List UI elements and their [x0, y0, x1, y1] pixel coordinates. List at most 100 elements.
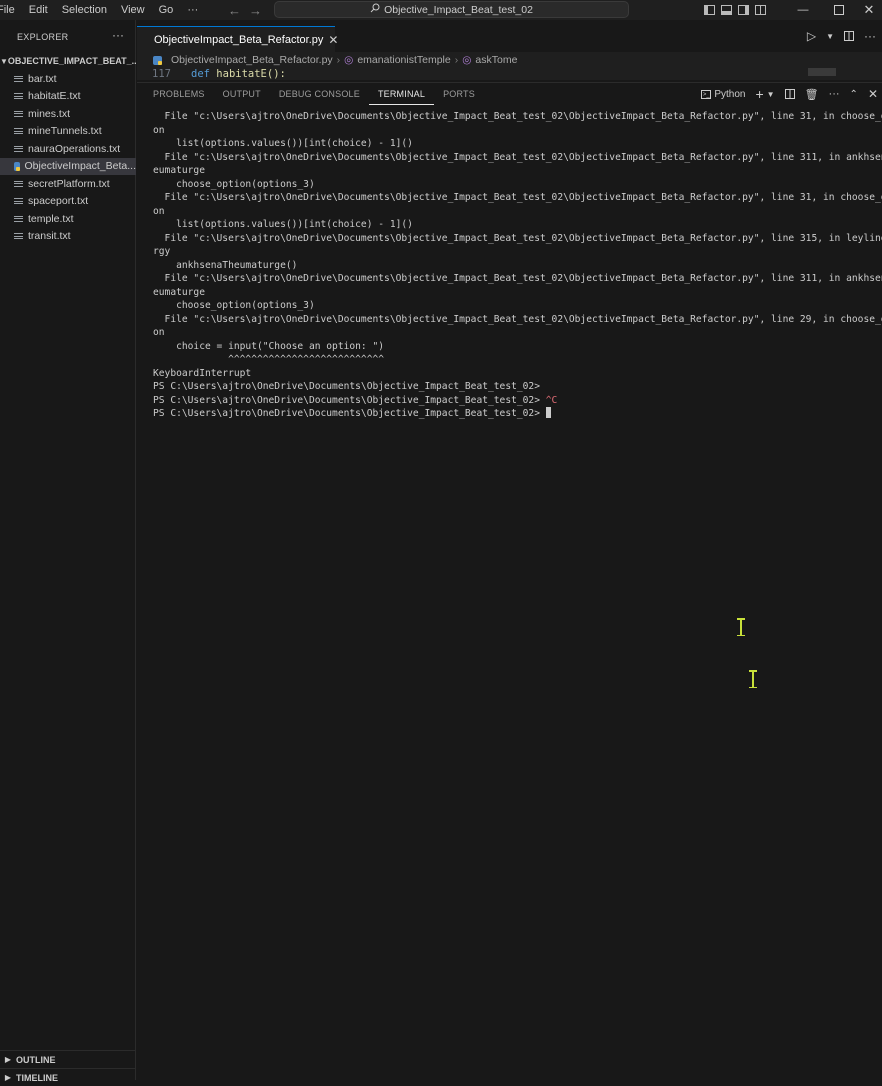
code-text: def habitatE(): [191, 68, 286, 80]
file-name: spaceport.txt [28, 195, 89, 208]
explorer-sidebar: EXPLORER ··· ▼ OBJECTIVE_IMPACT_BEAT_...… [0, 20, 140, 1083]
ctrl-c-text: ^C [545, 394, 558, 406]
file-item[interactable]: spaceport.txt [0, 193, 136, 211]
text-file-icon [14, 232, 23, 241]
chevron-down-icon[interactable]: ▼ [826, 32, 834, 41]
split-editor-icon[interactable] [844, 31, 854, 41]
terminal-line: on [153, 205, 165, 217]
code-editor[interactable]: 117 def habitatE(): [137, 68, 882, 80]
breadcrumb-class[interactable]: emanationistTemple [357, 54, 450, 66]
terminal-cursor [545, 407, 551, 418]
bottom-panel: PROBLEMS OUTPUT DEBUG CONSOLE TERMINAL P… [137, 82, 882, 1080]
terminal-line: choose_option(options_3) [153, 300, 315, 311]
trash-icon[interactable]: 🗑 [805, 88, 819, 101]
file-item[interactable]: transit.txt [0, 228, 136, 246]
toggle-panel-icon[interactable] [721, 5, 732, 15]
text-file-icon [14, 92, 23, 101]
tab-problems[interactable]: PROBLEMS [137, 83, 214, 105]
terminal-line: eumaturge [153, 286, 205, 298]
file-name: temple.txt [28, 212, 74, 225]
terminal-line: list(options.values())[int(choice) - 1](… [153, 219, 413, 230]
nav-arrows: ← → [228, 0, 262, 20]
menu-more[interactable]: ··· [180, 0, 205, 20]
menu-view[interactable]: View [114, 0, 152, 20]
more-actions-icon[interactable]: ··· [829, 88, 840, 100]
file-list: bar.txt habitatE.txt mines.txt mineTunnels.… [0, 70, 136, 245]
menu-selection[interactable]: Selection [55, 0, 114, 20]
file-item[interactable]: bar.txt [0, 70, 136, 88]
text-cursor-ibeam [736, 618, 746, 636]
editor-tab-bar: ObjectiveImpact_Beta_Refactor.py ✕ ▷ ▼ ·… [137, 20, 882, 52]
timeline-section[interactable]: ▶ TIMELINE [0, 1068, 136, 1086]
chevron-up-icon[interactable]: ⌃ [850, 89, 858, 100]
text-file-icon [14, 214, 23, 223]
layout-controls [704, 0, 766, 20]
tab-objectiveimpact-beta-refactor[interactable]: ObjectiveImpact_Beta_Refactor.py ✕ [137, 26, 338, 52]
close-window-icon[interactable]: ✕ [856, 0, 882, 20]
minimize-icon[interactable]: — [790, 0, 816, 20]
menu-bar: File Edit Selection View Go ··· [0, 0, 205, 20]
minimap[interactable] [808, 68, 836, 76]
file-name: transit.txt [28, 230, 71, 243]
file-item[interactable]: mineTunnels.txt [0, 123, 136, 141]
toggle-secondary-sidebar-icon[interactable] [738, 5, 749, 15]
close-icon[interactable]: ✕ [328, 33, 338, 47]
file-item[interactable]: ObjectiveImpact_Beta... [0, 157, 136, 175]
chevron-down-icon: ▼ [0, 56, 8, 66]
file-name: nauraOperations.txt [28, 142, 121, 155]
breadcrumb-file[interactable]: ObjectiveImpact_Beta_Refactor.py [171, 54, 333, 66]
explorer-title: EXPLORER [17, 32, 69, 42]
file-item[interactable]: mines.txt [0, 105, 136, 123]
more-actions-icon[interactable]: ··· [112, 28, 124, 42]
file-name: secretPlatform.txt [28, 177, 110, 190]
terminal-line: File "c:\Users\ajtro\OneDrive\Documents\… [153, 313, 882, 325]
arrow-left-icon[interactable]: ← [228, 3, 241, 18]
editor-actions: ▷ ▼ ··· [807, 29, 876, 43]
breadcrumb-method[interactable]: askTome [475, 54, 517, 66]
tab-output[interactable]: OUTPUT [214, 83, 270, 105]
tab-terminal[interactable]: TERMINAL [368, 83, 435, 105]
more-actions-icon[interactable]: ··· [864, 29, 876, 43]
terminal-shell-selector[interactable]: >_ Python [701, 89, 745, 100]
python-file-icon [153, 55, 167, 65]
file-name: ObjectiveImpact_Beta... [24, 160, 136, 173]
workspace-folder-label: OBJECTIVE_IMPACT_BEAT_... [7, 56, 140, 66]
workspace-folder[interactable]: ▼ OBJECTIVE_IMPACT_BEAT_... [0, 54, 140, 68]
file-item[interactable]: temple.txt [0, 210, 136, 228]
file-item[interactable]: habitatE.txt [0, 88, 136, 106]
text-file-icon [14, 127, 23, 136]
maximize-icon[interactable] [826, 0, 852, 20]
arrow-right-icon[interactable]: → [249, 3, 262, 18]
tab-debug-console[interactable]: DEBUG CONSOLE [270, 83, 369, 105]
text-file-icon [14, 74, 23, 83]
breadcrumb: ObjectiveImpact_Beta_Refactor.py › ◎ ema… [137, 52, 882, 68]
shell-label: Python [714, 88, 746, 100]
python-file-icon [14, 161, 20, 171]
command-center-search[interactable]: Objective_Impact_Beat_test_02 [274, 1, 629, 18]
text-file-icon [14, 179, 23, 188]
panel-tabs: PROBLEMS OUTPUT DEBUG CONSOLE TERMINAL P… [137, 83, 484, 105]
add-terminal-icon[interactable]: + [755, 86, 763, 102]
file-name: mines.txt [28, 107, 71, 120]
file-item[interactable]: secretPlatform.txt [0, 175, 136, 193]
chevron-right-icon: ▶ [4, 1055, 12, 1064]
terminal-output[interactable]: File "c:\Users\ajtro\OneDrive\Documents\… [153, 110, 882, 421]
menu-file[interactable]: File [0, 0, 22, 20]
terminal-line: File "c:\Users\ajtro\OneDrive\Documents\… [153, 151, 882, 163]
outline-section[interactable]: ▶ OUTLINE [0, 1050, 136, 1068]
terminal-line: File "c:\Users\ajtro\OneDrive\Documents\… [153, 273, 882, 284]
terminal-line: rgy [153, 246, 171, 257]
panel-actions: >_ Python + ▼ 🗑 ··· ⌃ ✕ [701, 83, 882, 105]
close-panel-icon[interactable]: ✕ [868, 87, 878, 101]
split-terminal-icon[interactable] [784, 89, 795, 99]
toggle-sidebar-icon[interactable] [704, 5, 715, 15]
file-item[interactable]: nauraOperations.txt [0, 140, 136, 158]
chevron-down-icon[interactable]: ▼ [767, 90, 775, 99]
run-icon[interactable]: ▷ [807, 29, 816, 43]
search-label: Objective_Impact_Beat_test_02 [384, 3, 533, 16]
tab-ports[interactable]: PORTS [434, 83, 484, 105]
menu-edit[interactable]: Edit [22, 0, 55, 20]
text-file-icon [14, 109, 23, 118]
customize-layout-icon[interactable] [755, 5, 766, 15]
menu-go[interactable]: Go [152, 0, 181, 20]
